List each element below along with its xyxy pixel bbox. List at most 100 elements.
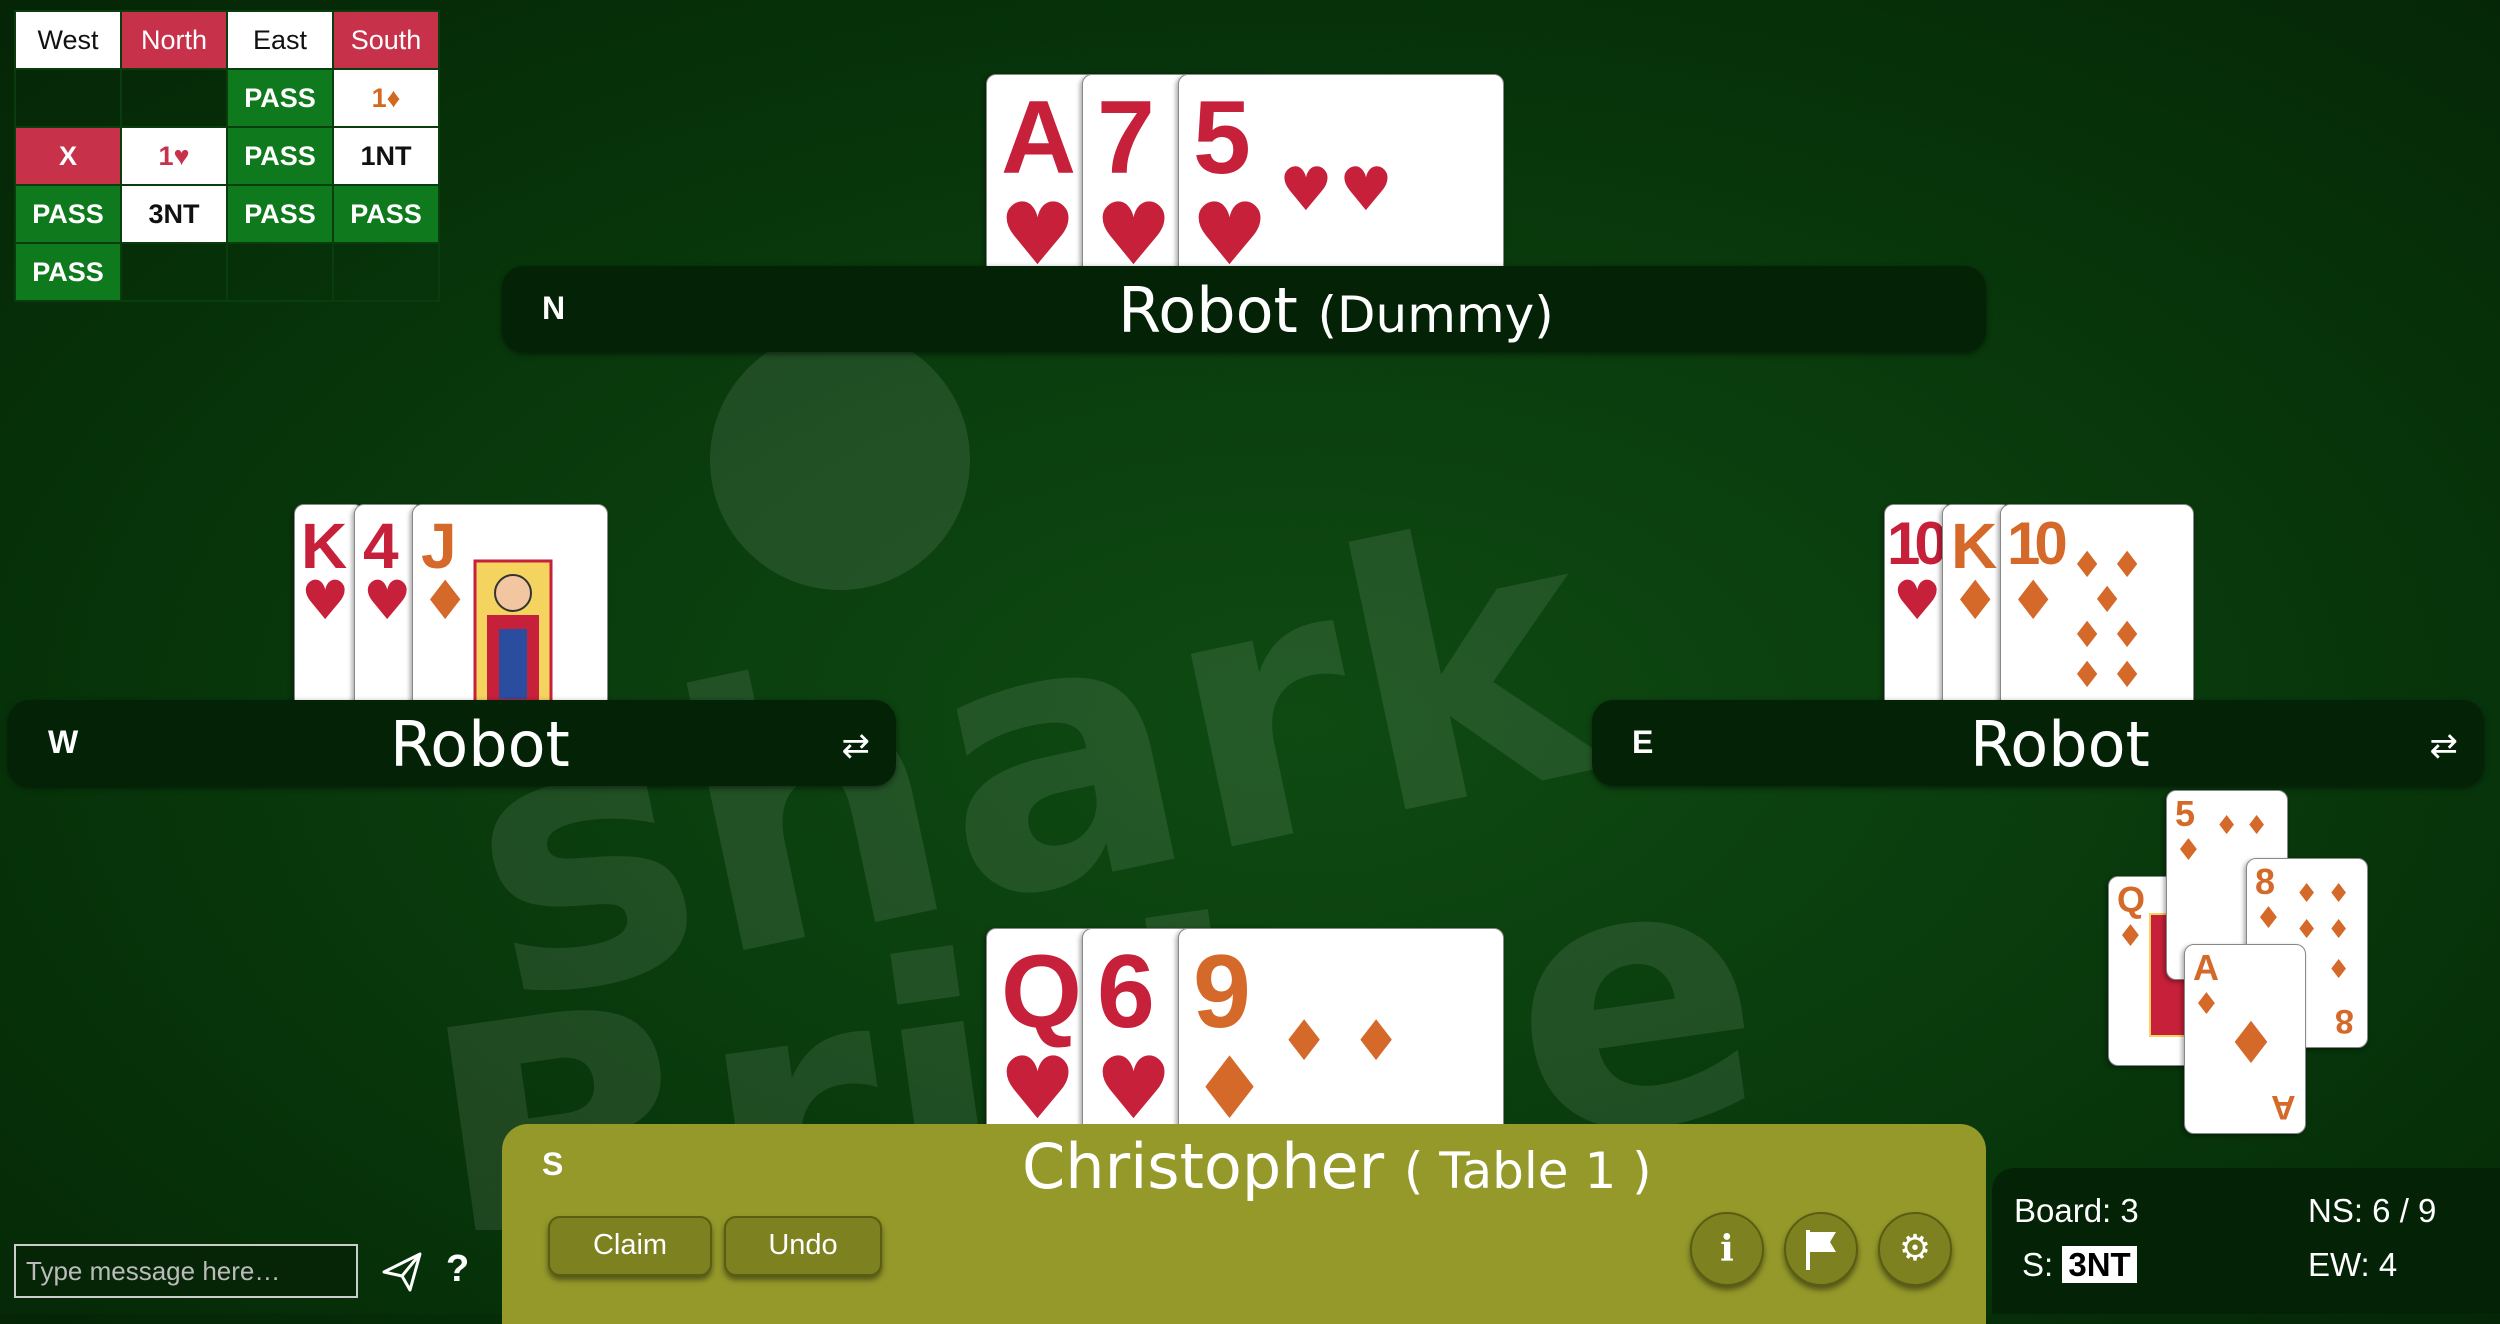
card-pip: ♦	[1279, 1009, 1330, 1074]
flag-icon[interactable]	[1784, 1212, 1858, 1286]
card-rank: 10	[1887, 510, 1948, 577]
north-name: Robot	[1118, 274, 1298, 347]
card-pip: ♦	[2215, 811, 2239, 841]
card-rank: Q	[2117, 879, 2146, 920]
card-pip: ♦	[2245, 811, 2269, 841]
north-direction: N	[542, 290, 566, 326]
bid-header-south: South	[332, 10, 440, 70]
contract-prefix: S:	[2022, 1246, 2054, 1283]
south-table: ( Table 1 )	[1403, 1142, 1652, 1200]
card-rank-corner: 8	[2335, 1002, 2354, 1040]
card-pip: ♦	[2327, 955, 2351, 985]
bid-cell	[120, 242, 228, 302]
score-panel: Board: 3 S: 3NT NS: 6 / 9 EW: 4	[1992, 1168, 2500, 1314]
north-name-bar: N Robot (Dummy)	[502, 266, 1986, 352]
undo-button[interactable]: Undo	[724, 1216, 882, 1276]
card-pip: ♦	[2111, 655, 2144, 696]
south-player-name: Christopher ( Table 1 )	[1022, 1130, 1652, 1203]
contract-label: S: 3NT	[2022, 1246, 2137, 1284]
card-rank: 6	[1097, 934, 1155, 1050]
bid-cell: 1♥	[120, 126, 228, 186]
bid-cell: PASS	[226, 184, 334, 244]
card-rank-corner: A	[2271, 1088, 2296, 1126]
south-name: Christopher	[1022, 1130, 1385, 1203]
chat-message-input[interactable]	[14, 1244, 358, 1298]
bid-cell: PASS	[14, 242, 122, 302]
bid-cell	[14, 68, 122, 128]
jack-face-picture	[473, 559, 553, 719]
card-suit: ♦	[2009, 569, 2058, 632]
card-rank: 7	[1097, 80, 1155, 196]
bid-cell	[120, 68, 228, 128]
bid-cell: X	[14, 126, 122, 186]
bid-cell	[226, 242, 334, 302]
south-player-panel: S Christopher ( Table 1 ) Claim Undo i ⚙	[502, 1124, 1986, 1324]
claim-button[interactable]: Claim	[548, 1216, 712, 1276]
east-direction: E	[1632, 724, 1654, 760]
card-pip: ♦	[2225, 1009, 2277, 1077]
bid-header-west: West	[14, 10, 122, 70]
south-direction: S	[542, 1146, 564, 1182]
bid-cell: PASS	[332, 184, 440, 244]
contract-value: 3NT	[2062, 1246, 2137, 1283]
gear-icon[interactable]: ⚙	[1878, 1212, 1952, 1286]
help-icon[interactable]: ?	[446, 1248, 469, 1291]
bidding-row: PASS	[14, 242, 440, 302]
card-suit: ♦	[2255, 901, 2282, 936]
west-direction: W	[48, 724, 79, 760]
bidding-header-row: West North East South	[14, 10, 440, 70]
bidding-row: PASS 1♦	[14, 68, 440, 128]
card-rank: 9	[1193, 934, 1251, 1050]
card-pip: ♥	[1279, 155, 1333, 225]
north-role: (Dummy)	[1317, 286, 1554, 344]
card-suit: ♥	[301, 569, 350, 632]
info-icon[interactable]: i	[1690, 1212, 1764, 1286]
north-player-name: Robot (Dummy)	[1118, 274, 1554, 347]
card-rank: 5	[2175, 793, 2196, 834]
bid-cell: PASS	[226, 68, 334, 128]
card-suit: ♦	[2175, 833, 2202, 868]
bid-cell: PASS	[14, 184, 122, 244]
card-suit: ♦	[421, 569, 470, 632]
bid-header-east: East	[226, 10, 334, 70]
card-rank: A	[1001, 80, 1077, 196]
card-suit: ♦	[2117, 919, 2144, 954]
east-name-bar: E Robot ⇄	[1592, 700, 2484, 786]
west-name-bar: W Robot ⇄	[8, 700, 896, 786]
east-player-name: Robot	[1970, 708, 2150, 781]
bidding-row: PASS 3NT PASS PASS	[14, 184, 440, 244]
bid-cell: PASS	[226, 126, 334, 186]
ns-score: NS: 6 / 9	[2308, 1192, 2437, 1229]
bidding-row: X 1♥ PASS 1NT	[14, 126, 440, 186]
bidding-table: West North East South PASS 1♦ X 1♥ PASS …	[14, 10, 440, 302]
card-rank: 10	[2007, 510, 2068, 577]
swap-icon[interactable]: ⇄	[842, 726, 871, 766]
card-rank: Q	[1001, 934, 1082, 1050]
card-suit: ♦	[1951, 569, 2000, 632]
bid-cell: 3NT	[120, 184, 228, 244]
card-pip: ♦	[2295, 915, 2319, 945]
bid-cell	[332, 242, 440, 302]
swap-icon[interactable]: ⇄	[2430, 726, 2459, 766]
card-pip: ♦	[2071, 655, 2104, 696]
trick-card-south: A ♦ ♦ A	[2184, 944, 2306, 1134]
card-pip: ♦	[2295, 879, 2319, 909]
card-suit: ♦	[2193, 987, 2220, 1022]
card-pip: ♦	[2071, 615, 2104, 656]
bid-cell: 1NT	[332, 126, 440, 186]
card-rank: 8	[2255, 861, 2276, 902]
card-pip: ♥	[1339, 155, 1393, 225]
card-rank: 5	[1193, 80, 1251, 196]
board-label: Board: 3	[2014, 1192, 2139, 1229]
bid-header-north: North	[120, 10, 228, 70]
bid-cell: 1♦	[332, 68, 440, 128]
card-pip: ♦	[1351, 1009, 1402, 1074]
card-suit: ♥	[363, 569, 412, 632]
card-pip: ♦	[2327, 879, 2351, 909]
west-player-name: Robot	[390, 708, 570, 781]
card-pip: ♦	[2111, 615, 2144, 656]
send-icon[interactable]	[380, 1250, 424, 1294]
card-suit: ♥	[1893, 569, 1942, 632]
card-pip: ♦	[2327, 915, 2351, 945]
card-rank: A	[2193, 947, 2219, 988]
